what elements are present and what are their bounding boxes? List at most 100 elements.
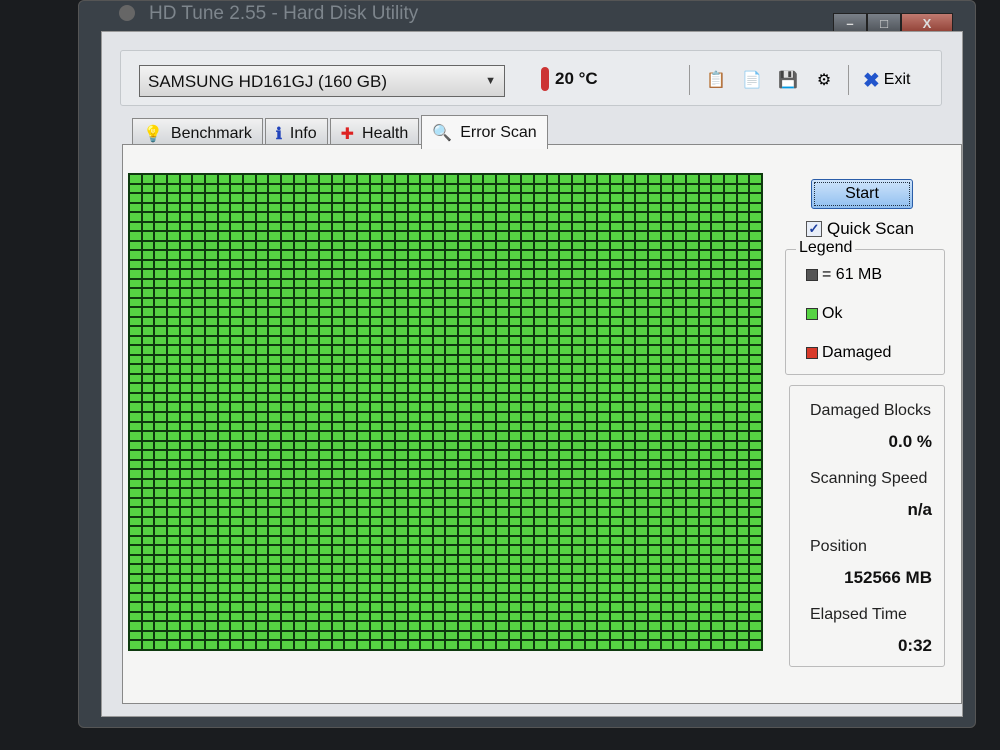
scan-block <box>497 251 508 259</box>
scan-block <box>395 241 407 250</box>
save-icon[interactable]: 💾 <box>776 68 800 92</box>
scan-block <box>281 593 293 602</box>
copy-screenshot-icon[interactable]: 📄 <box>740 68 764 92</box>
scan-block <box>193 213 204 221</box>
scan-block <box>560 460 572 469</box>
exit-button[interactable]: ✖ Exit <box>848 65 910 95</box>
scan-block <box>395 574 407 583</box>
scan-block <box>433 555 445 564</box>
scan-block <box>737 403 749 411</box>
scan-block <box>535 327 546 335</box>
scan-block <box>256 384 268 392</box>
scan-block <box>307 289 318 297</box>
scan-block <box>421 384 432 392</box>
scan-block <box>357 555 369 564</box>
scan-block <box>256 260 268 269</box>
start-button[interactable]: Start <box>811 179 913 209</box>
scan-block <box>750 327 761 335</box>
scan-block <box>345 422 356 431</box>
scan-block <box>167 441 179 450</box>
scan-block <box>497 432 508 440</box>
scan-block <box>522 593 534 602</box>
scan-block <box>446 355 458 364</box>
scan-block <box>269 517 280 526</box>
scan-block <box>725 546 736 554</box>
scan-block <box>522 584 534 592</box>
scan-block <box>319 508 331 516</box>
scan-block <box>231 213 242 221</box>
scan-block <box>193 641 204 649</box>
scan-block <box>395 213 407 221</box>
scan-block <box>433 308 445 316</box>
copy-info-icon[interactable]: 📋 <box>704 68 728 92</box>
checkbox-checked-icon[interactable]: ✓ <box>806 221 822 237</box>
scan-block <box>636 441 648 450</box>
options-icon[interactable]: ⚙ <box>812 68 836 92</box>
scan-block <box>623 508 635 516</box>
scan-block <box>205 393 217 402</box>
scan-block <box>281 584 293 592</box>
scan-block <box>370 641 382 649</box>
scan-block <box>535 536 546 545</box>
scan-block <box>180 584 192 592</box>
scan-block <box>636 336 648 345</box>
scan-block <box>484 565 496 573</box>
scan-block <box>649 403 660 411</box>
scan-block <box>674 241 686 250</box>
scan-block <box>205 194 217 202</box>
scan-block <box>395 622 407 630</box>
scan-block <box>307 270 318 278</box>
scan-block <box>218 546 230 554</box>
scan-block <box>446 403 458 411</box>
exit-x-icon: ✖ <box>863 69 880 92</box>
quick-scan-checkbox[interactable]: ✓ Quick Scan <box>806 219 914 239</box>
tab-error-scan[interactable]: 🔍 Error Scan <box>421 115 548 149</box>
scan-block <box>281 565 293 573</box>
scan-block <box>142 327 154 335</box>
scan-block <box>231 327 242 335</box>
scan-block <box>446 498 458 507</box>
scan-block <box>712 489 724 497</box>
scan-block <box>433 536 445 545</box>
scan-block <box>636 498 648 507</box>
scan-block <box>433 260 445 269</box>
scan-block <box>687 241 698 250</box>
scan-block <box>142 251 154 259</box>
scan-block <box>243 460 255 469</box>
scan-block <box>218 365 230 373</box>
scan-block <box>661 232 673 240</box>
scan-block <box>687 555 698 564</box>
scan-block <box>649 489 660 497</box>
scan-block <box>699 479 711 488</box>
scan-block <box>142 527 154 535</box>
scan-block <box>674 527 686 535</box>
scan-block <box>661 460 673 469</box>
scan-block <box>130 403 141 411</box>
scan-block <box>256 422 268 431</box>
scan-block <box>130 451 141 459</box>
scan-block <box>408 384 420 392</box>
scan-block <box>243 498 255 507</box>
scan-block <box>699 555 711 564</box>
scan-block <box>231 641 242 649</box>
scan-block <box>725 279 736 288</box>
scan-block <box>370 184 382 193</box>
scan-block <box>332 517 344 526</box>
scan-block <box>294 270 306 278</box>
scan-block <box>687 222 698 231</box>
scan-block <box>231 270 242 278</box>
scan-block <box>661 355 673 364</box>
scan-block <box>509 517 521 526</box>
scan-block <box>623 460 635 469</box>
scan-block <box>218 412 230 421</box>
scan-block <box>332 422 344 431</box>
scan-block <box>535 441 546 450</box>
drive-select[interactable]: SAMSUNG HD161GJ (160 GB) ▼ <box>139 65 505 97</box>
scan-block <box>446 546 458 554</box>
title-bar[interactable]: HD Tune 2.55 - Hard Disk Utility – □ X <box>79 1 975 35</box>
scan-block <box>421 374 432 383</box>
scan-block <box>737 584 749 592</box>
scan-block <box>509 546 521 554</box>
scan-block <box>497 260 508 269</box>
scan-block <box>560 298 572 307</box>
